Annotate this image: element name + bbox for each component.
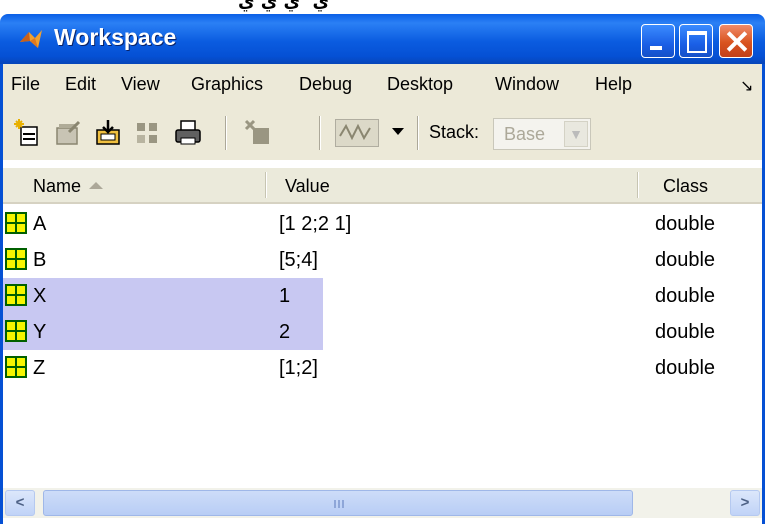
column-header-value[interactable]: Value (285, 176, 330, 197)
column-header-name[interactable]: Name (33, 176, 104, 197)
table-header: Name Value Class (3, 168, 762, 204)
chevron-right-icon: > (740, 494, 750, 511)
table-row[interactable]: Z [1;2] double (3, 350, 762, 386)
matlab-logo-icon (20, 30, 42, 48)
window-title: Workspace (54, 24, 177, 50)
variable-class: double (655, 213, 716, 235)
grip-icon (334, 500, 346, 508)
variable-value: 2 (279, 321, 291, 343)
variable-class: double (655, 285, 716, 307)
save-icon[interactable] (133, 118, 163, 148)
matrix-variable-icon (5, 248, 27, 270)
title-bar[interactable]: Workspace (0, 14, 765, 64)
variable-name: B (33, 249, 47, 271)
delete-icon[interactable] (243, 118, 273, 148)
variable-class: double (655, 321, 716, 343)
matrix-variable-icon (5, 356, 27, 378)
top-strip: ي ً ي ي ي (0, 0, 765, 14)
plot-icon (339, 123, 371, 141)
variable-name: Z (33, 357, 46, 379)
toolbar-separator (319, 116, 321, 150)
variable-name: A (33, 213, 47, 235)
column-divider[interactable] (265, 172, 266, 198)
scroll-left-button[interactable]: < (5, 490, 35, 516)
variable-name: Y (33, 321, 47, 343)
open-variable-icon[interactable] (53, 118, 83, 148)
variable-value: 1 (279, 285, 291, 307)
cropped-text: ي ً ي ي ي (238, 0, 330, 12)
selection-highlight (3, 278, 323, 314)
scrollbar-thumb[interactable] (43, 490, 633, 516)
table-row[interactable]: B [5;4] double (3, 242, 762, 278)
variable-class: double (655, 249, 716, 271)
variable-class: double (655, 357, 716, 379)
plot-dropdown-icon[interactable] (392, 128, 404, 135)
menu-bar: File Edit View Graphics Debug Desktop Wi… (0, 64, 765, 108)
menu-file[interactable]: File (11, 74, 40, 95)
column-divider[interactable] (637, 172, 638, 198)
menu-graphics[interactable]: Graphics (191, 74, 263, 95)
chevron-down-icon[interactable]: ▼ (564, 121, 588, 147)
variable-value: [1;2] (279, 357, 318, 379)
menu-view[interactable]: View (121, 74, 160, 95)
minimize-button[interactable] (641, 24, 675, 58)
toolbar-separator (225, 116, 227, 150)
new-variable-icon[interactable] (13, 118, 43, 148)
table-row-selected[interactable]: Y 2 double (3, 314, 762, 350)
stack-value: Base (504, 124, 546, 144)
chevron-left-icon: < (15, 494, 25, 511)
menu-edit[interactable]: Edit (65, 74, 96, 95)
sort-ascending-icon (89, 182, 104, 189)
table-row-selected[interactable]: X 1 double (3, 278, 762, 314)
variable-value: [5;4] (279, 249, 318, 271)
column-name-label: Name (33, 176, 82, 196)
variable-name: X (33, 285, 47, 307)
maximize-button[interactable] (679, 24, 713, 58)
matrix-variable-icon (5, 320, 27, 342)
table-row[interactable]: A [1 2;2 1] double (3, 206, 762, 242)
matrix-variable-icon (5, 284, 27, 306)
menu-window[interactable]: Window (495, 74, 559, 95)
toolbar-separator (417, 116, 419, 150)
selection-highlight (3, 314, 323, 350)
stack-select[interactable]: Base ▼ (493, 118, 591, 150)
menu-desktop[interactable]: Desktop (387, 74, 453, 95)
close-button[interactable] (719, 24, 753, 58)
horizontal-scrollbar[interactable]: < > (3, 488, 762, 518)
import-data-icon[interactable] (93, 118, 123, 148)
menu-debug[interactable]: Debug (299, 74, 352, 95)
print-icon[interactable] (173, 118, 203, 148)
scroll-right-button[interactable]: > (730, 490, 760, 516)
workspace-panel: Name Value Class A [1 2;2 1] double B [5… (0, 160, 765, 524)
matrix-variable-icon (5, 212, 27, 234)
column-header-class[interactable]: Class (663, 176, 708, 197)
toolbar: Stack: Base ▼ (0, 108, 765, 160)
menu-help[interactable]: Help (595, 74, 632, 95)
plot-button[interactable] (335, 119, 379, 147)
dock-arrow-icon[interactable]: ↘ (740, 76, 753, 96)
variable-value: [1 2;2 1] (279, 213, 352, 235)
stack-label: Stack: (429, 122, 480, 142)
